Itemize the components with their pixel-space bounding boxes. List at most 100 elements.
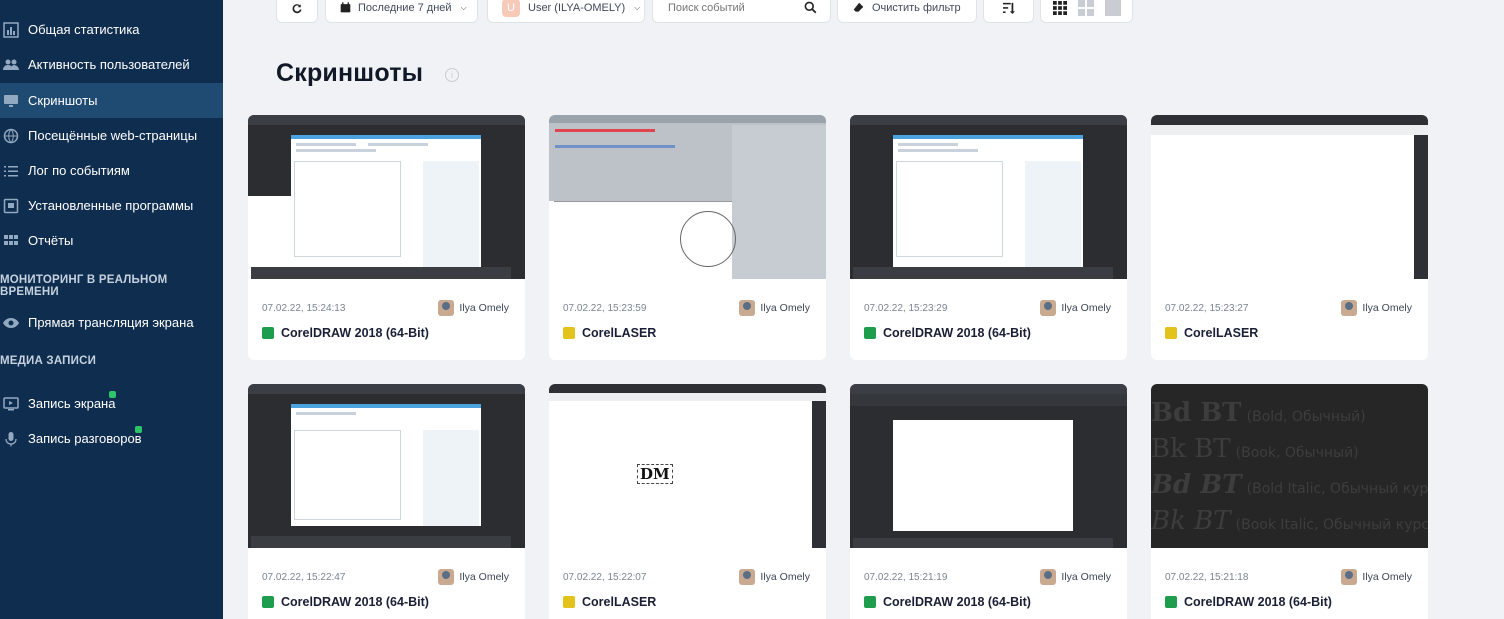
info-icon[interactable]: i: [445, 68, 459, 82]
screenshot-thumbnail[interactable]: [850, 115, 1127, 279]
corellaser-app-icon: [563, 327, 575, 339]
search-field[interactable]: [652, 0, 831, 23]
sidebar-item-overview[interactable]: Общая статистика: [0, 12, 223, 47]
corellaser-app-icon: [563, 596, 575, 608]
microphone-icon: [3, 431, 19, 447]
screenshot-app: CorelDRAW 2018 (64-Bit): [262, 326, 429, 340]
user-label: User (ILYA-OMELY): [528, 1, 626, 14]
chart-bars-icon: [3, 21, 19, 38]
screenshot-card[interactable]: 07.02.22, 15:21:19 Ilya Omely CorelDRAW …: [850, 384, 1127, 619]
grid-medium-view-icon[interactable]: [1077, 0, 1094, 16]
user-avatar: [438, 300, 455, 316]
screenshot-user: Ilya Omely: [1040, 569, 1111, 585]
installed-apps-icon: [3, 198, 19, 214]
screenshot-date: 07.02.22, 15:23:27: [1165, 303, 1249, 314]
screenshot-thumbnail[interactable]: [248, 115, 525, 279]
page-title: Скриншоты: [276, 59, 424, 87]
user-name: Ilya Omely: [760, 571, 810, 583]
screenshot-thumbnail[interactable]: DM: [549, 384, 826, 548]
screenshot-card[interactable]: DM 07.02.22, 15:22:07 Ilya Omely CorelLA…: [549, 384, 826, 619]
sidebar-item-call-record[interactable]: Запись разговоров: [0, 421, 223, 456]
screenshot-card[interactable]: 07.02.22, 15:24:13 Ilya Omely CorelDRAW …: [248, 115, 525, 360]
user-avatar: [1040, 300, 1057, 316]
sidebar-item-label: Запись разговоров: [28, 431, 142, 446]
section-title-media: МЕДИА ЗАПИСИ: [0, 355, 97, 367]
coreldraw-app-icon: [864, 596, 876, 608]
sidebar-item-live-stream[interactable]: Прямая трансляция экрана: [0, 305, 223, 340]
sidebar-item-label: Отчёты: [28, 233, 74, 248]
lock-icon: [135, 426, 142, 433]
search-input[interactable]: [668, 1, 798, 14]
sidebar-item-screenshots[interactable]: Скриншоты: [0, 83, 223, 118]
coreldraw-app-icon: [262, 596, 274, 608]
screenshot-app: CorelDRAW 2018 (64-Bit): [262, 595, 429, 609]
sidebar-item-label: Посещённые web-страницы: [28, 128, 198, 143]
user-avatar: [1040, 569, 1057, 585]
sidebar-item-label: Запись экрана: [28, 396, 116, 411]
screenshot-card[interactable]: 07.02.22, 15:22:47 Ilya Omely CorelDRAW …: [248, 384, 525, 619]
app-name: CorelDRAW 2018 (64-Bit): [281, 326, 429, 340]
user-avatar: [1341, 569, 1358, 585]
sidebar-item-label: Прямая трансляция экрана: [28, 315, 194, 330]
sidebar-item-label: Общая статистика: [28, 22, 140, 37]
users-icon: [3, 57, 19, 73]
screenshot-date: 07.02.22, 15:22:47: [262, 572, 346, 583]
clear-filter-button[interactable]: Очистить фильтр: [837, 0, 977, 23]
font-name: Bk BT: [1151, 506, 1231, 536]
screenshot-card[interactable]: 07.02.22, 15:23:59 Ilya Omely CorelLASER: [549, 115, 826, 360]
screenshot-thumbnail[interactable]: [850, 384, 1127, 548]
sort-button[interactable]: [983, 0, 1034, 23]
screenshot-user: Ilya Omely: [1341, 300, 1412, 316]
sidebar-item-web-pages[interactable]: Посещённые web-страницы: [0, 118, 223, 153]
screenshot-date: 07.02.22, 15:21:19: [864, 572, 948, 583]
coreldraw-app-icon: [864, 327, 876, 339]
period-select[interactable]: Последние 7 дней ⌵: [325, 0, 478, 23]
sidebar-item-label: Установленные программы: [28, 198, 194, 213]
screenshot-thumbnail[interactable]: [248, 384, 525, 548]
screenshot-thumbnail[interactable]: [549, 115, 826, 279]
view-mode-switch: [1040, 0, 1133, 23]
user-name: Ilya Omely: [1362, 302, 1412, 314]
app-name: CorelDRAW 2018 (64-Bit): [883, 326, 1031, 340]
search-icon[interactable]: [804, 1, 817, 14]
screenshot-date: 07.02.22, 15:22:07: [563, 572, 647, 583]
grid-large-view-icon[interactable]: [1104, 0, 1121, 16]
sidebar-item-reports[interactable]: Отчёты: [0, 223, 223, 258]
corellaser-app-icon: [1165, 327, 1177, 339]
screenshot-card[interactable]: Bd BT (Bold, Обычный) Bk BT (Book, Обычн…: [1151, 384, 1428, 619]
font-name: Bd BT: [1151, 470, 1242, 500]
sidebar-item-label: Скриншоты: [28, 93, 98, 108]
sidebar-item-user-activity[interactable]: Активность пользователей: [0, 47, 223, 82]
font-style: (Book Italic, Обычный курс: [1235, 517, 1428, 533]
user-avatar: [1341, 300, 1358, 316]
monitor-icon: [3, 93, 19, 109]
sidebar-item-label: Активность пользователей: [28, 57, 190, 72]
user-avatar: [739, 569, 756, 585]
font-style: (Bold, Обычный): [1246, 409, 1366, 425]
coreldraw-app-icon: [1165, 596, 1177, 608]
sidebar-item-label: Лог по событиям: [28, 163, 130, 178]
font-list: Bd BT (Bold, Обычный) Bk BT (Book, Обычн…: [1151, 398, 1428, 542]
screenshot-date: 07.02.22, 15:21:18: [1165, 572, 1249, 583]
user-select[interactable]: U User (ILYA-OMELY) ⌵: [487, 0, 645, 23]
app-name: CorelLASER: [582, 595, 657, 609]
clear-filter-label: Очистить фильтр: [872, 1, 961, 14]
coreldraw-app-icon: [262, 327, 274, 339]
screen-record-icon: [3, 396, 19, 412]
user-name: Ilya Omely: [1061, 302, 1111, 314]
eye-icon: [3, 315, 19, 331]
refresh-button[interactable]: [276, 0, 318, 23]
screenshot-thumbnail[interactable]: Bd BT (Bold, Обычный) Bk BT (Book, Обычн…: [1151, 384, 1428, 548]
screenshot-app: CorelLASER: [1165, 326, 1258, 340]
screenshot-thumbnail[interactable]: [1151, 115, 1428, 279]
period-label: Последние 7 дней: [358, 1, 452, 14]
dm-logo-text: DM: [637, 464, 673, 484]
sidebar-item-installed-programs[interactable]: Установленные программы: [0, 188, 223, 223]
screenshot-card[interactable]: 07.02.22, 15:23:29 Ilya Omely CorelDRAW …: [850, 115, 1127, 360]
grid-small-view-icon[interactable]: [1052, 0, 1067, 15]
screenshot-card[interactable]: 07.02.22, 15:23:27 Ilya Omely CorelLASER: [1151, 115, 1428, 360]
screenshot-app: CorelDRAW 2018 (64-Bit): [864, 326, 1031, 340]
section-title-realtime: МОНИТОРИНГ В РЕАЛЬНОМ ВРЕМЕНИ: [0, 274, 168, 298]
sidebar-item-event-log[interactable]: Лог по событиям: [0, 153, 223, 188]
screenshot-app: CorelLASER: [563, 595, 656, 609]
